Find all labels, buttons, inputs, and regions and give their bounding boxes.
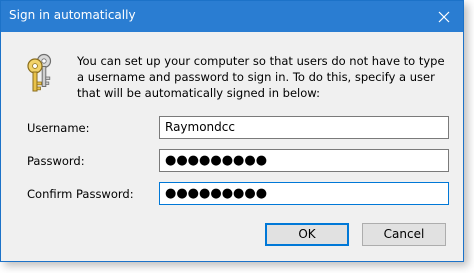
button-bar: OK Cancel [1, 211, 463, 261]
cancel-button[interactable]: Cancel [362, 223, 446, 246]
confirm-password-label: Confirm Password: [27, 187, 134, 201]
confirm-password-field[interactable]: ●●●●●●●●● [159, 182, 449, 205]
dialog-title: Sign in automatically [9, 8, 136, 22]
title-bar[interactable]: Sign in automatically [1, 1, 463, 32]
password-field[interactable]: ●●●●●●●●● [159, 149, 449, 172]
ok-button[interactable]: OK [265, 223, 349, 246]
close-icon[interactable] [437, 9, 451, 23]
password-label: Password: [27, 154, 85, 168]
keys-icon [23, 53, 59, 93]
instructions-text: You can set up your computer so that use… [77, 54, 445, 100]
username-field[interactable]: Raymondcc [159, 116, 449, 139]
username-label: Username: [27, 121, 90, 135]
sign-in-dialog: Sign in automatically You can set up you… [0, 0, 464, 262]
